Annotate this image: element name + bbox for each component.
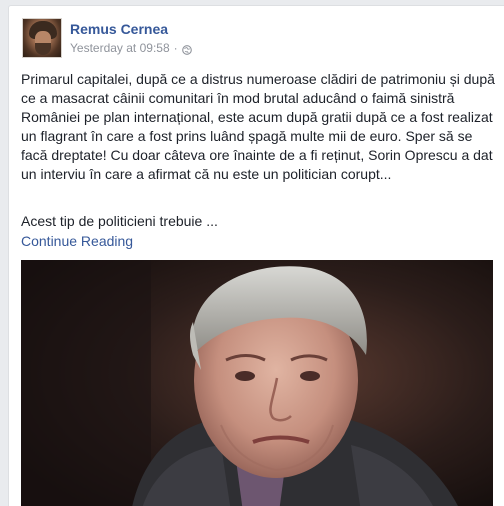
continue-reading-link[interactable]: Continue Reading [21, 232, 133, 251]
separator-dot: · [173, 41, 178, 55]
avatar-beard [35, 43, 51, 55]
globe-icon[interactable] [181, 43, 192, 55]
post-meta: Remus Cernea Yesterday at 09:58 · [70, 18, 192, 58]
post-photo[interactable] [21, 260, 493, 506]
post-body: Primarul capitalei, după ce a distrus nu… [21, 71, 495, 182]
portrait-image [21, 260, 493, 506]
author-name[interactable]: Remus Cernea [70, 20, 192, 38]
post-card: Remus Cernea Yesterday at 09:58 · Primar… [8, 5, 504, 506]
author-avatar[interactable] [22, 18, 62, 58]
post-timestamp[interactable]: Yesterday at 09:58 [70, 40, 170, 56]
post-teaser: Acest tip de politicieni trebuie ... [21, 213, 218, 229]
post-header: Remus Cernea Yesterday at 09:58 · [22, 18, 192, 58]
post-subline: Yesterday at 09:58 · [70, 40, 192, 56]
